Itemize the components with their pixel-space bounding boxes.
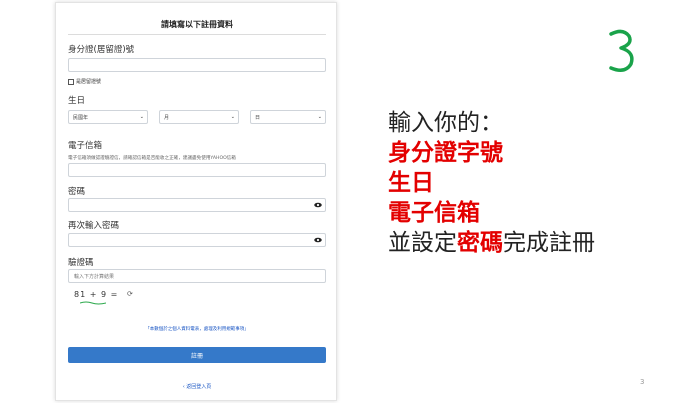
instruction-email: 電子信箱 [388, 199, 480, 226]
title-divider [68, 34, 326, 35]
birthday-month-select[interactable]: 月 ⌄ [159, 110, 239, 124]
form-title: 請填寫以下註冊資料 [161, 20, 233, 29]
birthday-month-value: 月 [164, 115, 170, 121]
password-input[interactable] [68, 198, 326, 212]
step-number-icon [609, 29, 634, 72]
captcha-underline [80, 301, 106, 305]
captcha-label: 驗證碼 [68, 258, 94, 268]
privacy-notice-link[interactable]: 「本數個於之個人資料電表，處理及利用規範事項」 [56, 326, 338, 332]
birthday-label: 生日 [68, 96, 86, 106]
birthday-year-select[interactable]: 民國年 ⌄ [68, 110, 148, 124]
captcha-question: 81 + 9 = [74, 290, 119, 299]
eye-icon[interactable] [314, 237, 322, 243]
instruction-birthday: 生日 [388, 169, 434, 196]
confirm-password-label: 再次輸入密碼 [68, 221, 120, 231]
instructions: 輸入你的： 身分證字號 生日 電子信箱 並設定密碼完成註冊 [388, 108, 595, 258]
email-hint: 電子信箱須做認證驗證信，請確認信箱是否能收之正確，建議盡免使用YAHOO信箱 [68, 156, 236, 161]
chevron-down-icon: ⌄ [139, 114, 144, 120]
registration-form: 請填寫以下註冊資料 身分證(居留證)號 是居留證號 生日 民國年 ⌄ 月 ⌄ 日… [55, 2, 337, 401]
instruction-id: 身分證字號 [388, 139, 503, 166]
instruction-password: 密碼 [457, 229, 503, 256]
birthday-day-select[interactable]: 日 ⌄ [250, 110, 326, 124]
back-to-login-link[interactable]: ‹ 返回登入頁 [56, 383, 338, 390]
id-input[interactable] [68, 58, 326, 72]
instruction-line-5-suffix: 完成註冊 [503, 230, 595, 256]
birthday-year-value: 民國年 [73, 115, 89, 121]
email-input[interactable] [68, 163, 326, 177]
eye-icon[interactable] [314, 202, 322, 208]
captcha-placeholder: 輸入下方計算結果 [74, 274, 115, 280]
page-number: 3 [640, 378, 645, 386]
instruction-line-5: 並設定密碼完成註冊 [388, 228, 595, 258]
refresh-icon[interactable]: ⟳ [127, 290, 133, 298]
password-label: 密碼 [68, 187, 86, 197]
instruction-line-1: 輸入你的： [388, 110, 503, 136]
birthday-day-value: 日 [255, 115, 261, 121]
email-label: 電子信箱 [68, 141, 103, 151]
captcha-input[interactable]: 輸入下方計算結果 [68, 269, 326, 283]
confirm-password-input[interactable] [68, 233, 326, 247]
register-button[interactable]: 註冊 [68, 347, 326, 363]
instruction-line-5-prefix: 並設定 [388, 230, 457, 256]
resident-checkbox[interactable] [68, 78, 74, 85]
chevron-down-icon: ⌄ [317, 114, 322, 120]
resident-checkbox-label: 是居留證號 [76, 79, 102, 85]
id-label: 身分證(居留證)號 [68, 45, 135, 55]
resident-checkbox-row[interactable]: 是居留證號 [68, 78, 101, 85]
chevron-down-icon: ⌄ [230, 114, 235, 120]
